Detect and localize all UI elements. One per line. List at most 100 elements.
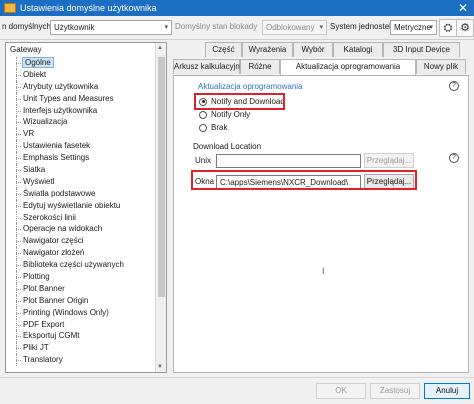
tree-item[interactable]: Plotting — [6, 271, 156, 283]
unit-system-select[interactable]: Metryczne ▾ — [390, 20, 437, 35]
tab-spreadsheet[interactable]: Arkusz kalkulacyjny — [173, 59, 244, 74]
scrollbar-thumb[interactable] — [158, 57, 165, 297]
tree-item[interactable]: Plot Banner Origin — [6, 294, 156, 307]
tree-item[interactable]: Siatka — [6, 164, 156, 176]
tab-miscellaneous[interactable]: Różne — [240, 59, 280, 74]
help-icon[interactable]: ? — [449, 81, 459, 91]
tree-item[interactable]: Plot Banner — [6, 282, 156, 295]
tree-item[interactable]: Unit Types and Measures — [6, 92, 156, 105]
tree-item[interactable]: Światła podstawowe — [6, 187, 156, 200]
tree-item-label: Szerokości linii — [23, 212, 76, 222]
tree-item-label: PDF Export — [23, 319, 65, 329]
highlight-box — [194, 93, 285, 110]
lock-state-label: Domyślny stan blokady — [175, 22, 258, 31]
tree-item[interactable]: Operacje na widokach — [6, 223, 156, 236]
defaults-level-select[interactable]: Użytkownik ▾ — [50, 20, 172, 35]
defaults-level-value: Użytkownik — [54, 23, 95, 32]
gear-icon: ⚙ — [460, 22, 470, 34]
apply-button[interactable]: Zastosuj — [370, 383, 420, 399]
tree-item-label: Eksportuj CGMt — [23, 331, 80, 341]
tree-item[interactable]: VR — [6, 128, 156, 141]
app-icon — [4, 3, 16, 13]
tree-item-label: Wizualizacja — [23, 117, 68, 127]
tree-item[interactable]: Atrybuty użytkownika — [6, 80, 156, 93]
radio-none[interactable]: Brak — [199, 122, 227, 133]
tree-item[interactable]: Wizualizacja — [6, 116, 156, 129]
chevron-down-icon: ▾ — [429, 24, 433, 31]
tree-item[interactable]: Szerokości linii — [6, 211, 156, 224]
scroll-down-icon[interactable]: ▼ — [157, 364, 163, 370]
download-location-title: Download Location — [193, 142, 262, 151]
unit-system-value: Metryczne — [394, 23, 431, 32]
tab-3d-input-device[interactable]: 3D Input Device — [383, 42, 460, 57]
tree-item-label: Ustawienia fasetek — [23, 141, 91, 151]
tree-item[interactable]: Eksportuj CGMt — [6, 330, 156, 343]
radio-button[interactable] — [199, 110, 207, 119]
tree-item[interactable]: Edytuj wyświetlanie obiektu — [6, 199, 156, 212]
tree-item-label: Wyświetl — [23, 176, 55, 186]
scroll-up-icon[interactable]: ▲ — [157, 45, 163, 51]
tree-item[interactable]: Nawigator złożeń — [6, 247, 156, 260]
radio-label: Brak — [211, 123, 228, 132]
radio-notify-only[interactable]: Notify Only — [199, 109, 250, 120]
tree-list: Ogólne Obiekt Atrybuty użytkownika Unit Typ… — [6, 57, 156, 367]
tree-item-label: Siatka — [23, 165, 46, 175]
tree-item-label: Operacje na widokach — [23, 224, 103, 234]
tree-item-label: Biblioteka części używanych — [23, 260, 124, 270]
tree-item[interactable]: Obiekt — [6, 68, 156, 81]
tree-item-label: Ogólne — [22, 57, 54, 68]
tree-item[interactable]: Nawigator części — [6, 235, 156, 248]
tree-item[interactable]: Emphasis Settings — [6, 152, 156, 164]
ok-button[interactable]: OK — [316, 383, 366, 399]
tree-item[interactable]: Wyświetl — [6, 175, 156, 188]
radio-button[interactable] — [199, 123, 207, 132]
defaults-level-label: n domyślnych — [2, 22, 51, 31]
tree-item[interactable]: Ustawienia fasetek — [6, 140, 156, 153]
help-icon[interactable]: ? — [449, 153, 459, 163]
tree-item[interactable]: Pliki JT — [6, 342, 156, 355]
tree-item-label: Plot Banner Origin — [23, 295, 89, 305]
tree-item[interactable]: Printing (Windows Only) — [6, 306, 156, 319]
footer-separator — [0, 377, 474, 378]
tree-root[interactable]: Gateway — [10, 45, 42, 54]
cancel-button[interactable]: Anuluj — [424, 383, 470, 399]
tree-item-label: Translatory — [23, 355, 63, 365]
tab-software-update[interactable]: Aktualizacja oprogramowania — [280, 59, 416, 75]
tree-item[interactable]: Translatory — [6, 354, 156, 367]
lock-state-select[interactable]: Odblokowany ▾ — [262, 20, 327, 35]
tab-content: Aktualizacja oprogramowania ? Notify and… — [173, 75, 469, 373]
tree-item-label: Światła podstawowe — [23, 188, 96, 198]
update-group-title: Aktualizacja oprogramowania — [198, 82, 303, 91]
tree-item-label: Obiekt — [23, 69, 47, 79]
tree-item[interactable]: PDF Export — [6, 318, 156, 331]
unix-browse-button[interactable]: Przeglądaj... — [364, 153, 414, 168]
close-icon[interactable]: ✕ — [458, 1, 468, 15]
tree-item-label: Printing (Windows Only) — [23, 307, 109, 317]
tab-selection[interactable]: Wybór — [293, 42, 333, 57]
tab-new-file[interactable]: Nowy plik — [416, 59, 466, 74]
text-cursor-icon: I — [322, 266, 325, 276]
tab-expressions[interactable]: Wyrażenia — [242, 42, 293, 57]
settings-panel: Część Wyrażenia Wybór Katalogi 3D Input … — [173, 42, 469, 373]
toolbar: n domyślnych Użytkownik ▾ Domyślny stan … — [0, 16, 474, 40]
tree-item-label: Edytuj wyświetlanie obiektu — [23, 200, 121, 210]
highlight-box — [191, 170, 417, 190]
tree-item[interactable]: Biblioteka części używanych — [6, 259, 156, 271]
tree-scrollbar[interactable]: ▲ ▼ — [155, 43, 166, 372]
tab-part[interactable]: Część — [205, 42, 242, 57]
unix-label: Unix — [195, 156, 212, 165]
category-tree[interactable]: Gateway Ogólne Obiekt Atrybuty użytkownika… — [5, 42, 167, 373]
tree-item[interactable]: Ogólne — [6, 57, 156, 69]
radio-label: Notify Only — [211, 110, 251, 119]
tree-item-label: VR — [23, 129, 35, 139]
tree-item-label: Nawigator złożeń — [23, 248, 85, 258]
chevron-down-icon: ▾ — [164, 24, 168, 31]
tree-item[interactable]: Interfejs użytkownika — [6, 104, 156, 117]
tab-directories[interactable]: Katalogi — [333, 42, 383, 57]
find-settings-button[interactable]: ⛭ — [439, 19, 457, 37]
tree-item-label: Pliki JT — [23, 343, 49, 353]
manage-defaults-button[interactable]: ⚙ — [456, 19, 474, 37]
tree-item-label: Plotting — [23, 272, 50, 282]
unix-path-input[interactable] — [216, 154, 361, 168]
chevron-down-icon: ▾ — [319, 24, 323, 31]
